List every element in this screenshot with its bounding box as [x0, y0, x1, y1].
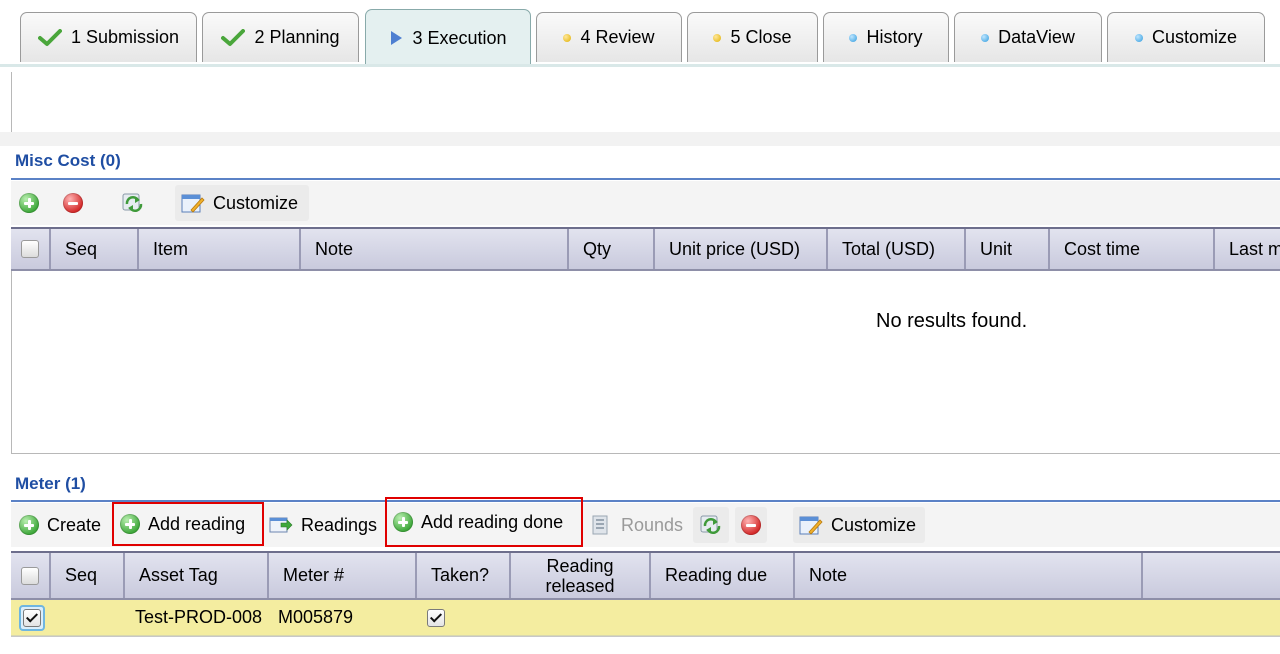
col-header-unit-price[interactable]: Unit price (USD): [655, 229, 828, 269]
tab-label: History: [866, 27, 923, 47]
add-reading-done-button[interactable]: Add reading done: [385, 497, 583, 547]
grid-bottom-rule: [11, 636, 1280, 637]
tab-label: 4 Review: [580, 27, 655, 47]
tab-review[interactable]: 4 Review: [536, 12, 682, 62]
col-header-cost-time[interactable]: Cost time: [1050, 229, 1215, 269]
refresh-icon: [700, 515, 721, 534]
select-all-checkbox[interactable]: [21, 566, 39, 585]
check-icon: [37, 28, 62, 46]
empty-message: No results found.: [876, 310, 1028, 332]
edit-form-icon: [799, 516, 823, 535]
col-header-note[interactable]: Note: [795, 553, 1143, 598]
taken-checkbox[interactable]: [427, 608, 445, 627]
add-button[interactable]: [13, 185, 45, 221]
col-header-taken[interactable]: Taken?: [417, 553, 511, 598]
col-header-seq[interactable]: Seq: [51, 553, 125, 598]
tab-label: DataView: [998, 27, 1075, 47]
meter-grid-header: Seq Asset Tag Meter # Taken? Reading rel…: [11, 551, 1280, 600]
select-all-checkbox[interactable]: [21, 240, 39, 258]
col-header-spacer: [1143, 553, 1280, 598]
col-header-last-modified[interactable]: Last m: [1215, 229, 1280, 269]
check-icon: [221, 28, 246, 46]
misc-cost-grid-body: [11, 271, 1280, 454]
tab-label: 1 Submission: [70, 27, 180, 47]
meter-title: Meter (1): [15, 474, 86, 493]
add-reading-done-label: Add reading done: [421, 511, 564, 532]
tab-label: 3 Execution: [412, 27, 507, 48]
section-spacer: [0, 132, 1280, 146]
col-header-reading-released[interactable]: Reading released: [511, 553, 651, 598]
col-header-unit[interactable]: Unit: [966, 229, 1050, 269]
readings-icon: [269, 517, 293, 533]
col-header-reading-due[interactable]: Reading due: [651, 553, 795, 598]
cell-meter-no: M005879: [278, 607, 354, 627]
refresh-button[interactable]: [693, 507, 729, 543]
play-icon: [391, 31, 403, 45]
meter-rule: [11, 500, 1280, 502]
tab-label: Customize: [1151, 27, 1238, 47]
tab-history[interactable]: History: [823, 12, 949, 62]
plus-circle-icon: [393, 512, 413, 532]
tab-close[interactable]: 5 Close: [687, 12, 818, 62]
refresh-button[interactable]: [115, 185, 151, 221]
tab-dataview[interactable]: DataView: [954, 12, 1102, 62]
plus-circle-icon: [120, 514, 140, 534]
customize-label: Customize: [213, 192, 299, 213]
col-header-asset-tag[interactable]: Asset Tag: [125, 553, 269, 598]
col-header-total[interactable]: Total (USD): [828, 229, 966, 269]
add-reading-label: Add reading: [148, 513, 246, 534]
refresh-icon: [122, 193, 143, 212]
misc-cost-rule: [11, 178, 1280, 180]
cell-taken: [427, 600, 445, 635]
cell-asset-tag: Test-PROD-008: [135, 607, 263, 627]
yellow-dot-icon: [563, 33, 572, 42]
tab-submission[interactable]: 1 Submission: [20, 12, 197, 62]
meter-toolbar: Create Add reading Readings Add reading …: [11, 497, 1280, 547]
col-header-qty[interactable]: Qty: [569, 229, 655, 269]
blue-dot-icon: [1134, 33, 1143, 42]
minus-circle-icon: [63, 193, 83, 213]
create-button[interactable]: Create: [13, 507, 107, 543]
customize-button[interactable]: Customize: [793, 507, 925, 543]
tab-planning[interactable]: 2 Planning: [202, 12, 359, 62]
row-checkbox[interactable]: [19, 604, 45, 631]
customize-button[interactable]: Customize: [175, 185, 309, 221]
select-all-cell: [11, 553, 51, 598]
table-row[interactable]: Test-PROD-008 M005879: [11, 600, 1280, 636]
delete-button[interactable]: [735, 507, 767, 543]
misc-cost-grid-header: Seq Item Note Qty Unit price (USD) Total…: [11, 227, 1280, 271]
content-panel-top: [11, 72, 1280, 133]
plus-circle-icon: [19, 193, 39, 213]
col-header-seq[interactable]: Seq: [51, 229, 139, 269]
add-reading-button[interactable]: Add reading: [112, 502, 264, 546]
edit-form-icon: [181, 194, 205, 213]
tab-label: 5 Close: [730, 27, 792, 47]
col-header-item[interactable]: Item: [139, 229, 301, 269]
select-all-cell: [11, 229, 51, 269]
customize-label: Customize: [831, 514, 917, 535]
minus-circle-icon: [741, 515, 761, 535]
tab-execution[interactable]: 3 Execution: [365, 9, 531, 66]
misc-cost-title: Misc Cost (0): [15, 151, 121, 170]
create-label: Create: [47, 514, 102, 535]
row-select-cell: [19, 600, 45, 635]
tab-underline: [0, 64, 1280, 67]
readings-label: Readings: [301, 514, 378, 535]
col-header-meter-no[interactable]: Meter #: [269, 553, 417, 598]
plus-circle-icon: [19, 515, 39, 535]
remove-button[interactable]: [57, 185, 89, 221]
tab-customize[interactable]: Customize: [1107, 12, 1265, 62]
tab-label: 2 Planning: [254, 27, 340, 47]
yellow-dot-icon: [713, 33, 722, 42]
rounds-icon: [592, 515, 608, 535]
readings-button[interactable]: Readings: [263, 507, 383, 543]
rounds-label: Rounds: [621, 514, 684, 535]
blue-dot-icon: [849, 33, 858, 42]
checkmark-icon: [23, 608, 41, 627]
col-header-note[interactable]: Note: [301, 229, 569, 269]
tab-bar: 1 Submission 2 Planning 3 Execution 4 Re…: [0, 0, 1280, 67]
rounds-button[interactable]: Rounds: [583, 507, 689, 543]
blue-dot-icon: [981, 33, 990, 42]
misc-cost-toolbar: Customize: [11, 181, 1280, 225]
